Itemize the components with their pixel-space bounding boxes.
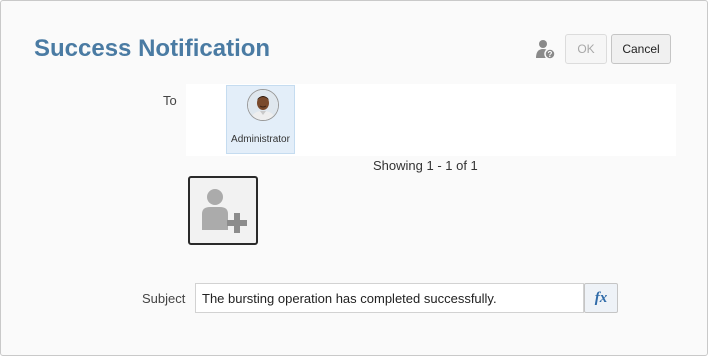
pagination-status: Showing 1 - 1 of 1 xyxy=(373,158,478,173)
user-help-icon[interactable]: ? xyxy=(536,38,556,60)
recipient-name: Administrator xyxy=(231,134,290,145)
dialog-title: Success Notification xyxy=(34,35,271,62)
to-label: To xyxy=(163,93,177,108)
subject-input[interactable] xyxy=(195,283,584,313)
avatar xyxy=(247,89,279,121)
svg-text:?: ? xyxy=(548,50,553,59)
cancel-button[interactable]: Cancel xyxy=(611,34,671,64)
notification-dialog: Success Notification ? OK Cancel To Admi… xyxy=(0,0,708,356)
ok-button[interactable]: OK xyxy=(565,34,607,64)
recipient-item[interactable]: Administrator xyxy=(226,85,295,154)
add-recipient-button[interactable] xyxy=(188,176,258,245)
expression-builder-button[interactable]: fx xyxy=(584,283,618,313)
subject-label: Subject xyxy=(142,291,186,306)
